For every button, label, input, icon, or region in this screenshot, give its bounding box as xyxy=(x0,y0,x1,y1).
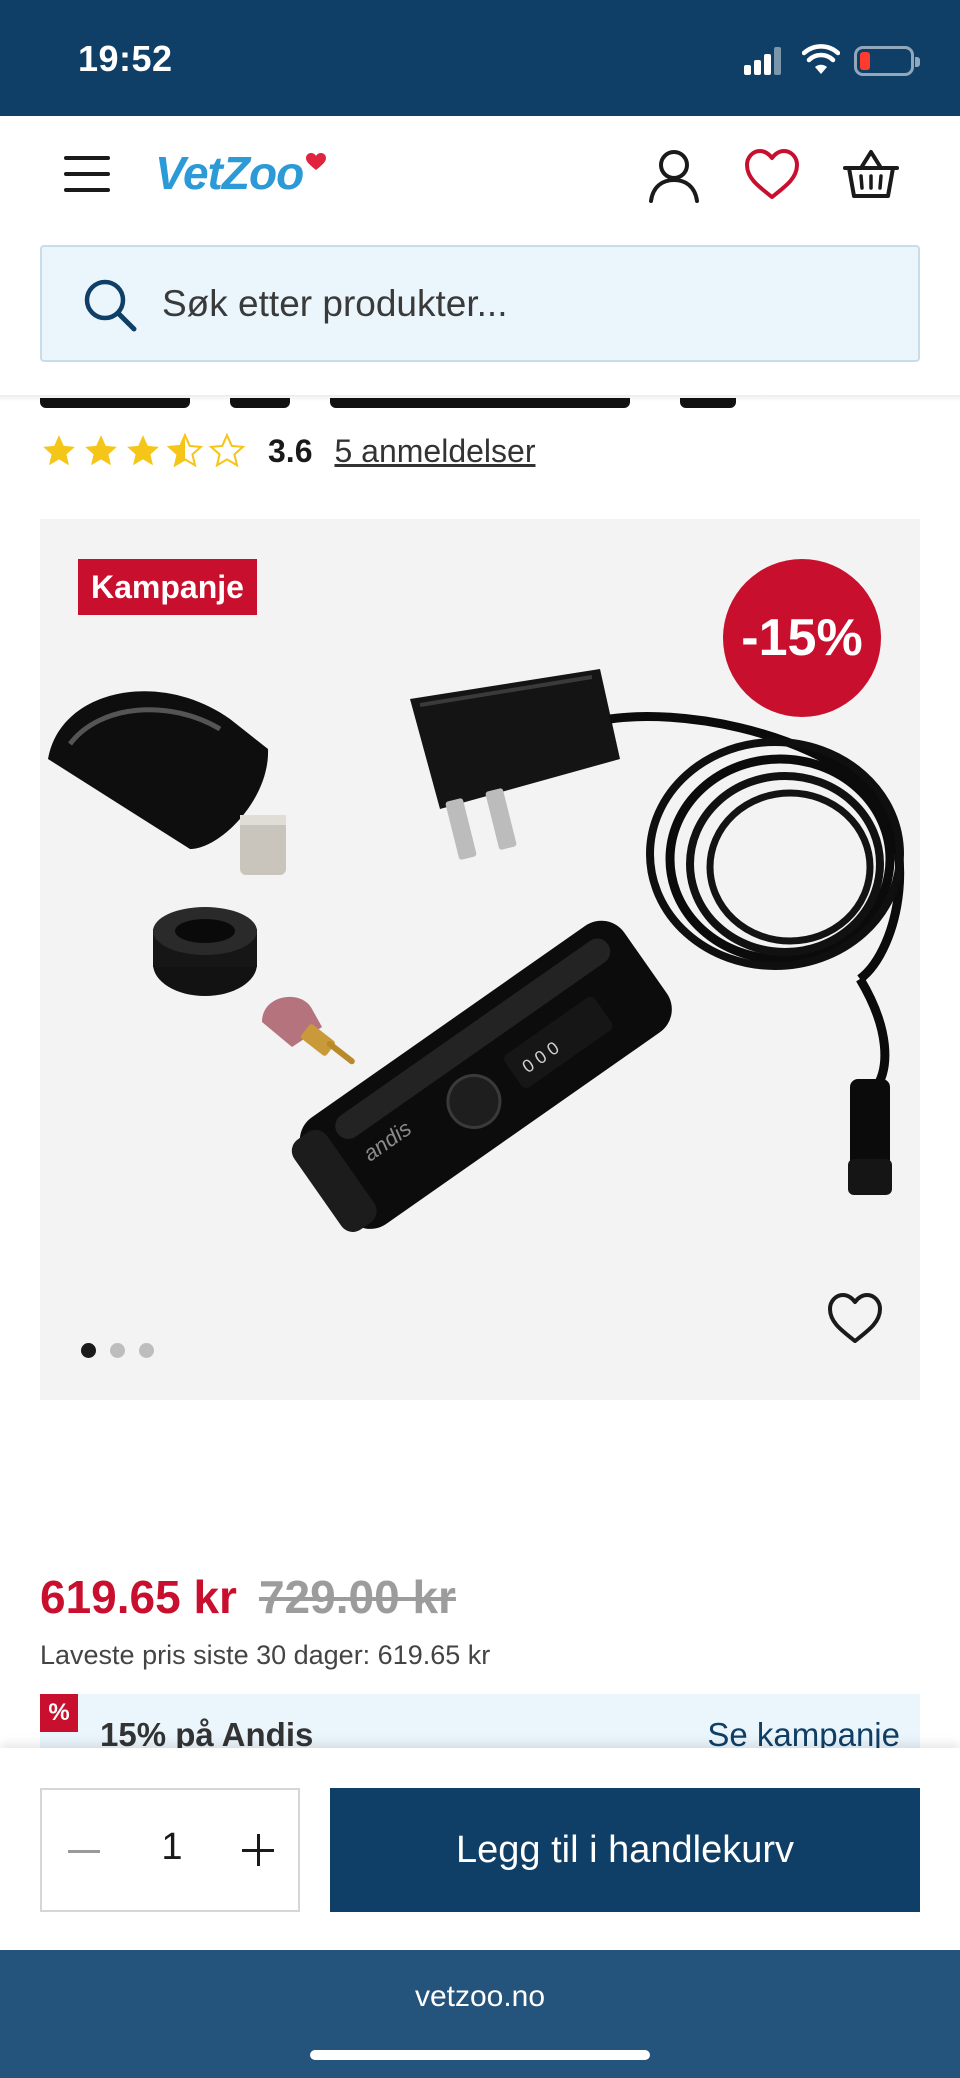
increase-quantity-button[interactable] xyxy=(242,1834,276,1868)
product-title-clipped xyxy=(40,398,900,408)
carousel-dot[interactable] xyxy=(81,1343,96,1358)
basket-icon[interactable] xyxy=(842,146,900,204)
heart-icon[interactable] xyxy=(743,146,801,204)
browser-url[interactable]: vetzoo.no xyxy=(0,1980,960,2014)
lowest-price-note: Laveste pris siste 30 dager: 619.65 kr xyxy=(40,1640,491,1670)
reviews-link[interactable]: 5 anmeldelser xyxy=(334,433,535,470)
current-price: 619.65 kr xyxy=(40,1571,237,1623)
logo-heart-icon xyxy=(306,153,327,170)
percent-badge: % xyxy=(40,1694,78,1732)
decrease-quantity-button[interactable] xyxy=(68,1840,102,1864)
search-input[interactable]: Søk etter produkter... xyxy=(40,245,920,362)
cellular-signal-icon xyxy=(744,47,784,75)
price-row: 619.65 kr 729.00 kr xyxy=(40,1570,456,1624)
product-image: 0 0 0 andis xyxy=(48,669,905,1232)
star-empty-icon xyxy=(208,432,246,468)
rating-row: 3.6 5 anmeldelser xyxy=(40,428,535,474)
battery-icon xyxy=(854,46,920,76)
star-full-icon xyxy=(127,435,159,466)
product-image-carousel[interactable]: 0 0 0 andis Kampanje -15% xyxy=(40,519,920,1400)
menu-icon[interactable] xyxy=(64,154,112,194)
carousel-dot[interactable] xyxy=(139,1343,154,1358)
status-time: 19:52 xyxy=(78,38,173,79)
campaign-banner: % 15% på Andis Se kampanje xyxy=(40,1694,920,1754)
star-full-icon xyxy=(43,435,75,466)
search-placeholder: Søk etter produkter... xyxy=(162,283,508,324)
site-header: VetZoo xyxy=(0,116,960,236)
favorite-heart-icon[interactable] xyxy=(826,1291,884,1345)
discount-badge: -15% xyxy=(723,559,881,717)
star-half-icon xyxy=(166,432,204,468)
logo-text: VetZoo xyxy=(155,147,304,199)
wifi-icon xyxy=(802,44,840,74)
carousel-dot[interactable] xyxy=(110,1343,125,1358)
search-icon xyxy=(84,279,137,332)
vetzoo-logo[interactable]: VetZoo xyxy=(155,146,327,206)
add-to-cart-button[interactable]: Legg til i handlekurv xyxy=(330,1788,920,1912)
account-icon[interactable] xyxy=(645,146,703,204)
quantity-value[interactable]: 1 xyxy=(142,1826,202,1869)
original-price: 729.00 kr xyxy=(258,1571,456,1623)
star-rating xyxy=(40,432,246,470)
home-indicator[interactable] xyxy=(310,2050,650,2060)
browser-address-bar: vetzoo.no xyxy=(0,1950,960,2078)
quantity-stepper: 1 xyxy=(40,1788,300,1912)
add-to-cart-bar: 1 Legg til i handlekurv xyxy=(0,1748,960,1950)
star-full-icon xyxy=(85,435,117,466)
carousel-dots xyxy=(81,1343,154,1358)
rating-value: 3.6 xyxy=(268,432,313,469)
status-bar: 19:52 xyxy=(0,0,960,116)
campaign-badge: Kampanje xyxy=(78,559,257,615)
